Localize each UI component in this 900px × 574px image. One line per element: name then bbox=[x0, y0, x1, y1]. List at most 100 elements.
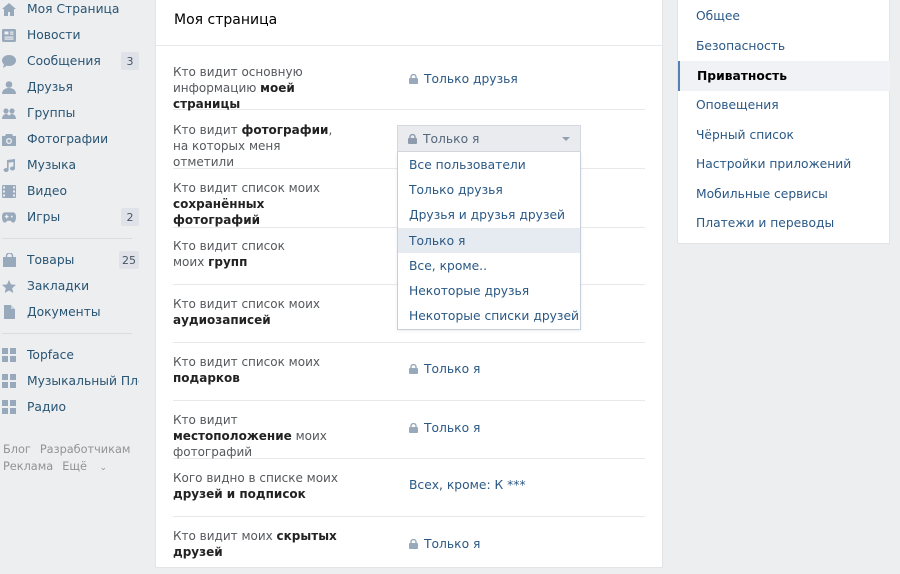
document-icon bbox=[2, 305, 16, 319]
sidebar-item-label: Друзья bbox=[27, 80, 73, 94]
lock-icon bbox=[409, 364, 418, 374]
dropdown-option-friends-only[interactable]: Только друзья bbox=[398, 177, 580, 202]
sidebar-item-music[interactable]: Музыка bbox=[0, 152, 142, 178]
privacy-settings-card: Моя страница Кто видит основную информац… bbox=[155, 0, 663, 568]
sidebar-item-music-player[interactable]: Музыкальный Пле... bbox=[0, 368, 142, 394]
row-label: Кто видит основную информацию моей стран… bbox=[173, 64, 343, 112]
app-grid-icon bbox=[2, 374, 16, 388]
sidebar-item-video[interactable]: Видео bbox=[0, 178, 142, 204]
dropdown-option-all-except[interactable]: Все, кроме.. bbox=[398, 253, 580, 278]
sidebar-item-messages[interactable]: Сообщения 3 bbox=[0, 48, 142, 74]
row-label-text: Кто видит список моих bbox=[173, 355, 320, 369]
app-grid-icon bbox=[2, 348, 16, 362]
settings-menu-general[interactable]: Общее bbox=[678, 1, 890, 31]
sidebar-item-friends[interactable]: Друзья bbox=[0, 74, 142, 100]
footer-blog-link[interactable]: Блог bbox=[3, 443, 31, 456]
row-label-bold: аудиозаписей bbox=[173, 313, 271, 327]
row-label-text: Кто видит список моих bbox=[173, 297, 320, 311]
sidebar-item-label: Моя Страница bbox=[27, 2, 120, 16]
row-label: Кто видит местоположение моих фотографий bbox=[173, 412, 343, 460]
sidebar-item-label: Документы bbox=[27, 305, 101, 319]
sidebar-item-label: Фотографии bbox=[27, 132, 109, 146]
home-icon bbox=[2, 2, 16, 16]
sidebar-item-games[interactable]: Игры 2 bbox=[0, 204, 142, 230]
sidebar-item-photos[interactable]: Фотографии bbox=[0, 126, 142, 152]
sidebar-item-goods[interactable]: Товары 25 bbox=[0, 247, 142, 273]
card-header: Моя страница bbox=[156, 0, 662, 46]
sidebar-item-documents[interactable]: Документы bbox=[0, 299, 142, 325]
lock-icon bbox=[409, 539, 418, 549]
row-label-bold: местоположение bbox=[173, 429, 292, 443]
messages-count-badge: 3 bbox=[121, 52, 139, 70]
row-label: Кто видит список моих подарков bbox=[173, 354, 343, 386]
dropdown-option-friends-of-friends[interactable]: Друзья и друзья друзей bbox=[398, 203, 580, 228]
settings-menu-notifications[interactable]: Оповещения bbox=[678, 90, 890, 120]
privacy-value-link[interactable]: Только я bbox=[409, 362, 480, 376]
dropdown-option-some-friends[interactable]: Некоторые друзья bbox=[398, 278, 580, 303]
row-label-text: Кого видно в списке моих bbox=[173, 471, 338, 485]
row-label: Кто видит список моих аудиозаписей bbox=[173, 296, 343, 328]
footer-more-label: Ещё bbox=[62, 460, 87, 473]
row-label-bold: групп bbox=[208, 255, 248, 269]
footer-ads-link[interactable]: Реклама bbox=[3, 460, 53, 473]
settings-menu-payments[interactable]: Платежи и переводы bbox=[678, 208, 890, 238]
sidebar-item-radio[interactable]: Радио bbox=[0, 394, 142, 420]
gamepad-icon bbox=[2, 210, 16, 224]
tagged-photos-privacy-select[interactable]: Только я bbox=[397, 125, 581, 152]
sidebar-item-label: Игры bbox=[27, 210, 61, 224]
sidebar-item-label: Видео bbox=[27, 184, 68, 198]
page-title: Моя страница bbox=[174, 12, 278, 28]
sidebar-item-bookmarks[interactable]: Закладки bbox=[0, 273, 142, 299]
settings-menu: Общее Безопасность Приватность Оповещени… bbox=[677, 0, 890, 244]
dropdown-option-some-friend-lists[interactable]: Некоторые списки друзей bbox=[398, 304, 580, 329]
lock-icon bbox=[408, 133, 417, 144]
bag-icon bbox=[2, 253, 16, 267]
settings-menu-app-settings[interactable]: Настройки приложений bbox=[678, 149, 890, 179]
sidebar-item-topface[interactable]: Topface bbox=[0, 342, 142, 368]
privacy-value-link[interactable]: Только друзья bbox=[409, 72, 518, 86]
row-label-text: Кто видит моих bbox=[173, 529, 277, 543]
music-icon bbox=[2, 158, 16, 172]
sidebar-item-news[interactable]: Новости bbox=[0, 22, 142, 48]
sidebar-item-my-page[interactable]: Моя Страница bbox=[0, 0, 142, 22]
row-label-bold: фотографии bbox=[241, 123, 329, 137]
sidebar-item-groups[interactable]: Группы bbox=[0, 100, 142, 126]
row-label: Кто видит фотографии, на которых меня от… bbox=[173, 122, 343, 170]
select-current-value: Только я bbox=[423, 131, 480, 146]
settings-menu-security[interactable]: Безопасность bbox=[678, 31, 890, 61]
privacy-value-text: Только я bbox=[424, 362, 481, 376]
privacy-value-link[interactable]: Только я bbox=[409, 537, 480, 551]
dropdown-option-all-users[interactable]: Все пользователи bbox=[398, 152, 580, 177]
row-label-text: Кто видит bbox=[173, 123, 242, 137]
row-label-bold: друзей и подписок bbox=[173, 487, 306, 501]
sidebar-item-label: Музыкальный Пле... bbox=[27, 374, 139, 388]
lock-icon bbox=[409, 423, 418, 433]
privacy-row-hidden-friends: Кто видит моих скрытых друзей Только я bbox=[173, 517, 645, 574]
row-label: Кто видит моих скрытых друзей bbox=[173, 528, 343, 560]
footer-links: Блог Разработчикам bbox=[3, 443, 139, 456]
sidebar-divider bbox=[2, 333, 132, 334]
footer-more-link[interactable]: Ещё ⌄ bbox=[62, 460, 116, 473]
privacy-row-main-info: Кто видит основную информацию моей стран… bbox=[173, 51, 645, 112]
row-label-bold: подарков bbox=[173, 371, 240, 385]
privacy-row-gifts: Кто видит список моих подарков Только я bbox=[173, 343, 645, 401]
camera-icon bbox=[2, 132, 16, 146]
privacy-value-text: Всех, кроме: К *** bbox=[409, 478, 526, 492]
privacy-value-link[interactable]: Всех, кроме: К *** bbox=[409, 478, 526, 492]
footer-links: Реклама Ещё ⌄ bbox=[3, 460, 125, 473]
privacy-value-text: Только я bbox=[424, 537, 481, 551]
privacy-value-link[interactable]: Только я bbox=[409, 421, 480, 435]
app-grid-icon bbox=[2, 400, 16, 414]
footer-developers-link[interactable]: Разработчикам bbox=[40, 443, 131, 456]
sidebar-item-label: Музыка bbox=[27, 158, 77, 172]
messages-icon bbox=[2, 54, 16, 68]
sidebar-item-label: Товары bbox=[27, 253, 75, 267]
privacy-row-friends-visibility: Кого видно в списке моих друзей и подпис… bbox=[173, 459, 645, 517]
sidebar-item-label: Радио bbox=[27, 400, 66, 414]
lock-icon bbox=[409, 74, 418, 84]
settings-menu-privacy[interactable]: Приватность bbox=[678, 61, 890, 91]
dropdown-option-only-me[interactable]: Только я bbox=[398, 227, 580, 254]
settings-menu-mobile-services[interactable]: Мобильные сервисы bbox=[678, 179, 890, 209]
settings-menu-blacklist[interactable]: Чёрный список bbox=[678, 120, 890, 150]
row-label-text: Кто видит список моих bbox=[173, 181, 320, 195]
